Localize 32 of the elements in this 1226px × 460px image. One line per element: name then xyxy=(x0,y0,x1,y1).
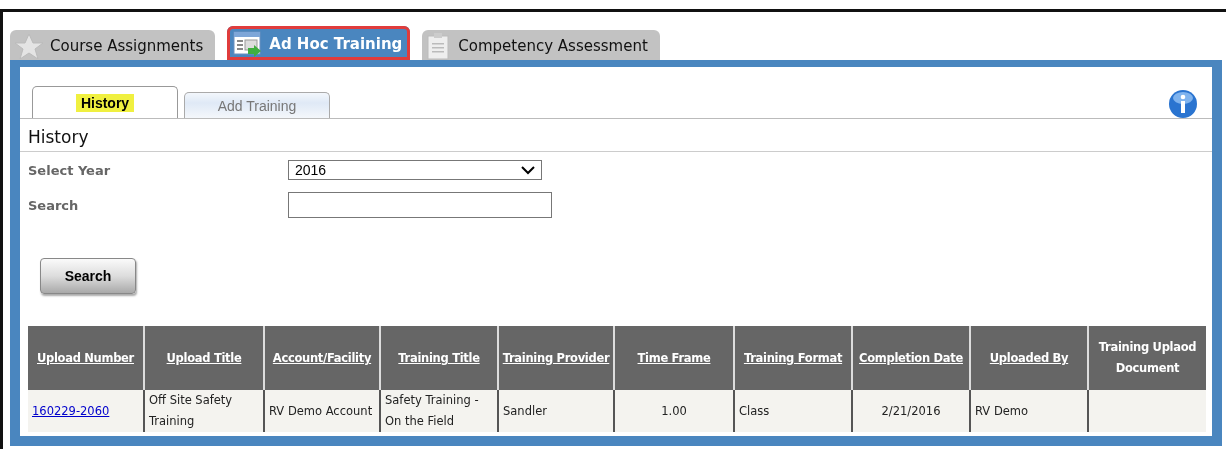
tab[interactable]: History xyxy=(32,86,178,118)
tab[interactable]: Course Assignments xyxy=(10,30,216,60)
table-cell: 1.00 xyxy=(614,390,734,432)
table-cell: RV Demo Account xyxy=(264,390,380,432)
column-header[interactable]: Training Format xyxy=(743,351,843,365)
table-cell: Off Site Safety Training xyxy=(144,390,264,432)
table-cell: RV Demo xyxy=(970,390,1088,432)
column-header[interactable]: Upload Title xyxy=(166,351,242,365)
column-header[interactable]: Time Frame xyxy=(637,351,711,365)
column-header: Training Uplaod Document xyxy=(1088,326,1206,390)
chevron-down-icon xyxy=(521,165,535,175)
year-dropdown[interactable]: 2016 xyxy=(288,160,542,180)
column-header[interactable]: Uploaded By xyxy=(989,351,1069,365)
info-icon[interactable] xyxy=(1168,89,1198,119)
star-icon xyxy=(14,33,44,59)
field-label: Search xyxy=(28,197,80,213)
form-icon xyxy=(233,30,264,58)
column-header[interactable]: Completion Date xyxy=(859,351,963,365)
column-header[interactable]: Account/Facility xyxy=(272,351,372,365)
tab[interactable]: Ad Hoc Training xyxy=(227,26,411,60)
table-cell: Sandler xyxy=(498,390,614,432)
column-header[interactable]: Upload Number xyxy=(37,351,134,365)
section-title: History xyxy=(20,119,1212,152)
tab[interactable]: Add Training xyxy=(184,92,330,118)
table-cell: Safety Training - On the Field xyxy=(380,390,498,432)
search-button[interactable]: Search xyxy=(40,258,136,294)
table-cell: 2/21/2016 xyxy=(852,390,970,432)
column-header[interactable]: Training Title xyxy=(398,351,480,365)
field-label: Select Year xyxy=(28,162,112,178)
tab[interactable]: Competency Assessment xyxy=(422,30,660,60)
search-field[interactable] xyxy=(288,192,552,218)
table-cell: Class xyxy=(734,390,852,432)
